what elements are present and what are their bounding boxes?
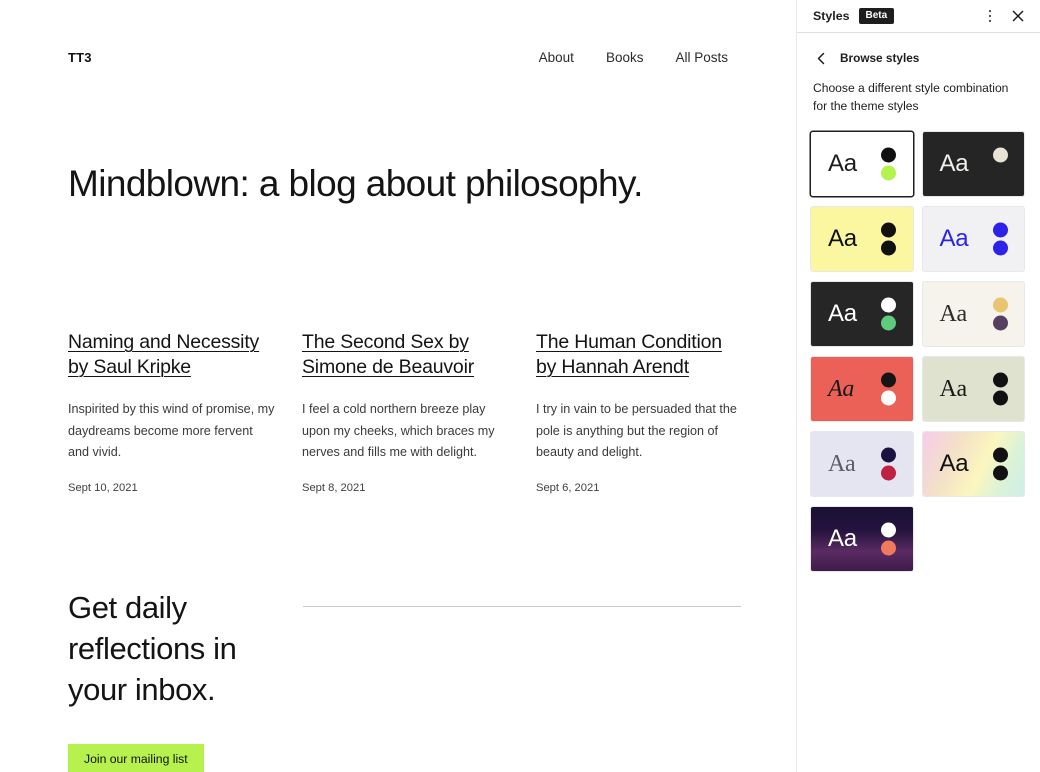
post-excerpt: I try in vain to be persuaded that the p… bbox=[536, 401, 737, 460]
color-dot-primary bbox=[992, 297, 1008, 313]
style-variation-2[interactable]: Aa bbox=[922, 132, 1024, 197]
style-variation-10[interactable]: Aa bbox=[922, 432, 1024, 497]
style-variation-4[interactable]: Aa bbox=[922, 207, 1024, 272]
style-variation-grid: Aa Aa Aa Aa Aa Aa Aa Aa Aa Aa Aa bbox=[797, 115, 1040, 572]
post-title-link[interactable]: The Human Condition by Hannah Arendt bbox=[536, 330, 744, 380]
color-dot-secondary bbox=[992, 465, 1008, 481]
color-dot-primary bbox=[881, 447, 896, 463]
cta-divider-rule bbox=[303, 606, 741, 607]
color-dot-primary bbox=[881, 372, 896, 388]
post-card: The Human Condition by Hannah Arendt I t… bbox=[536, 330, 744, 494]
post-card: The Second Sex by Simone de Beauvoir I f… bbox=[302, 330, 510, 494]
sidebar-panel-title: Styles bbox=[813, 9, 850, 23]
style-variation-5[interactable]: Aa bbox=[811, 282, 913, 347]
newsletter-cta-section: Get daily reflections in your inbox. Joi… bbox=[68, 588, 741, 772]
hero-section: Mindblown: a blog about philosophy. bbox=[68, 163, 736, 204]
color-dot-secondary bbox=[881, 540, 896, 556]
style-variation-7[interactable]: Aa bbox=[811, 357, 913, 422]
browse-styles-label: Browse styles bbox=[840, 51, 920, 65]
post-excerpt: Inspirited by this wind of promise, my d… bbox=[68, 401, 275, 460]
post-title-link[interactable]: Naming and Necessity by Saul Kripke bbox=[68, 330, 276, 380]
color-dot-secondary bbox=[881, 465, 896, 481]
style-variation-9[interactable]: Aa bbox=[811, 432, 913, 497]
chevron-left-icon[interactable] bbox=[810, 47, 832, 69]
nav-link-books[interactable]: Books bbox=[606, 50, 644, 65]
post-title-link[interactable]: The Second Sex by Simone de Beauvoir bbox=[302, 330, 510, 380]
post-date: Sept 8, 2021 bbox=[302, 481, 366, 494]
nav-link-about[interactable]: About bbox=[539, 50, 574, 65]
style-card-sample-text: Aa bbox=[828, 451, 856, 478]
site-title: TT3 bbox=[68, 49, 92, 65]
cta-title: Get daily reflections in your inbox. bbox=[68, 590, 237, 707]
color-dot-primary bbox=[881, 147, 896, 163]
style-card-color-dots bbox=[881, 222, 896, 256]
style-card-color-dots bbox=[881, 372, 896, 406]
color-dot-secondary bbox=[992, 240, 1008, 256]
style-variation-11[interactable]: Aa bbox=[811, 507, 913, 572]
style-card-sample-text: Aa bbox=[828, 225, 857, 253]
style-variation-8[interactable]: Aa bbox=[922, 357, 1024, 422]
style-card-color-dots bbox=[881, 147, 896, 181]
site-header: TT3 About Books All Posts bbox=[68, 44, 728, 70]
post-grid: Naming and Necessity by Saul Kripke Insp… bbox=[68, 330, 738, 494]
style-card-color-dots bbox=[992, 372, 1008, 406]
style-card-color-dots bbox=[992, 447, 1008, 481]
style-card-color-dots bbox=[992, 297, 1008, 331]
post-card: Naming and Necessity by Saul Kripke Insp… bbox=[68, 330, 276, 494]
hero-title: Mindblown: a blog about philosophy. bbox=[68, 163, 643, 204]
editor-root: TT3 About Books All Posts Mindblown: a b… bbox=[0, 0, 1040, 772]
join-mailing-list-button[interactable]: Join our mailing list bbox=[68, 743, 204, 772]
color-dot-primary bbox=[992, 372, 1008, 388]
style-card-sample-text: Aa bbox=[939, 301, 968, 328]
style-card-sample-text: Aa bbox=[939, 150, 969, 178]
nav-link-all-posts[interactable]: All Posts bbox=[675, 50, 728, 65]
style-card-sample-text: Aa bbox=[828, 376, 855, 403]
style-card-sample-text: Aa bbox=[828, 150, 857, 178]
sidebar-header: Styles Beta bbox=[797, 0, 1040, 33]
style-card-sample-text: Aa bbox=[828, 525, 857, 553]
post-excerpt: I feel a cold northern breeze play upon … bbox=[302, 401, 495, 460]
post-date: Sept 10, 2021 bbox=[68, 481, 138, 494]
color-dot-primary bbox=[992, 222, 1008, 238]
kebab-menu-icon[interactable] bbox=[976, 2, 1004, 30]
kebab-dots bbox=[988, 9, 992, 23]
color-dot-secondary bbox=[992, 315, 1008, 331]
styles-sidebar: Styles Beta Browse styles Choose a diffe… bbox=[797, 0, 1040, 772]
site-navigation: About Books All Posts bbox=[539, 50, 728, 65]
style-card-color-dots bbox=[992, 147, 1008, 181]
style-card-color-dots bbox=[992, 222, 1008, 256]
style-variation-1[interactable]: Aa bbox=[811, 132, 913, 197]
color-dot-primary bbox=[881, 522, 896, 538]
color-dot-primary bbox=[881, 222, 896, 238]
browse-styles-description: Choose a different style combination for… bbox=[813, 81, 1009, 113]
style-variation-3[interactable]: Aa bbox=[811, 207, 913, 272]
style-card-sample-text: Aa bbox=[939, 450, 969, 478]
style-card-color-dots bbox=[881, 297, 896, 331]
style-variation-6[interactable]: Aa bbox=[922, 282, 1024, 347]
color-dot-secondary bbox=[992, 390, 1008, 406]
style-card-sample-text: Aa bbox=[939, 225, 969, 253]
color-dot-secondary bbox=[881, 165, 896, 181]
color-dot-primary bbox=[992, 447, 1008, 463]
style-card-sample-text: Aa bbox=[828, 300, 857, 328]
style-card-sample-text: Aa bbox=[939, 376, 968, 403]
color-dot-primary bbox=[992, 147, 1008, 163]
beta-badge: Beta bbox=[858, 8, 895, 24]
color-dot-primary bbox=[881, 297, 896, 313]
style-card-color-dots bbox=[881, 522, 896, 556]
site-preview-canvas: TT3 About Books All Posts Mindblown: a b… bbox=[0, 0, 797, 772]
style-card-color-dots bbox=[881, 447, 896, 481]
cta-heading-row: Get daily reflections in your inbox. bbox=[68, 588, 741, 711]
close-icon[interactable] bbox=[1004, 2, 1032, 30]
post-date: Sept 6, 2021 bbox=[536, 481, 600, 494]
color-dot-secondary bbox=[993, 166, 1008, 181]
color-dot-secondary bbox=[881, 390, 896, 406]
browse-styles-header[interactable]: Browse styles bbox=[797, 33, 1040, 69]
color-dot-secondary bbox=[881, 315, 896, 331]
color-dot-secondary bbox=[881, 240, 896, 256]
